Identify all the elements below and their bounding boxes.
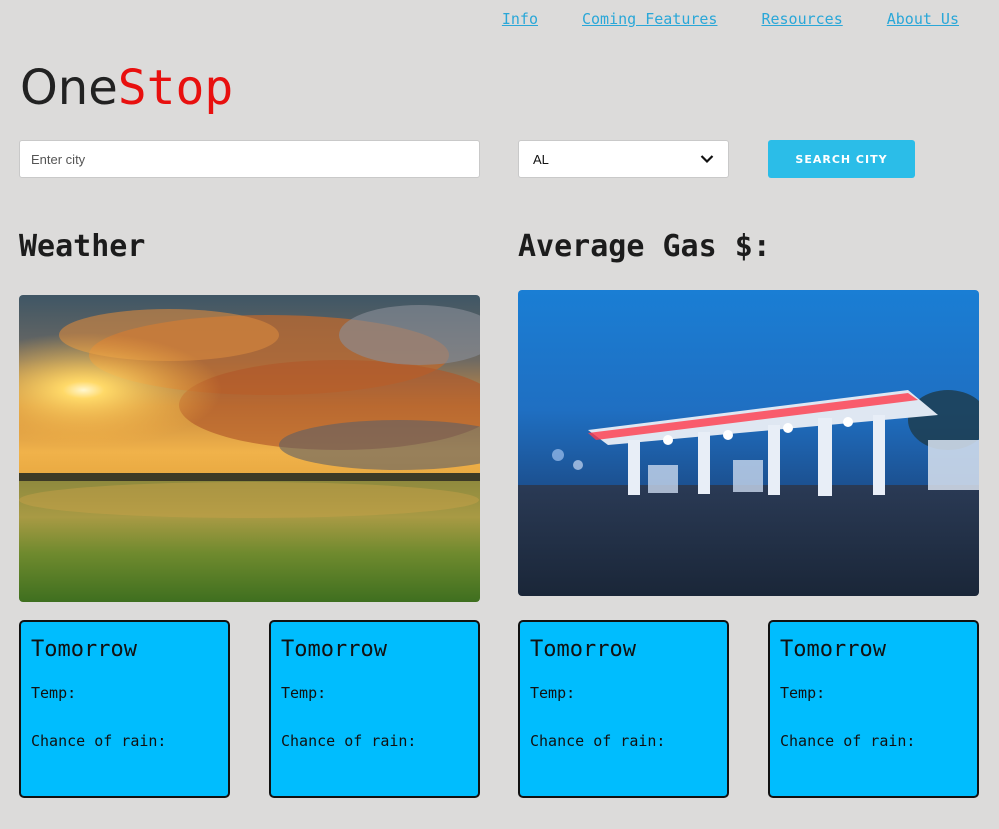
gas-heading: Average Gas $: <box>518 229 771 264</box>
weather-heading: Weather <box>19 229 146 264</box>
temp-label: Temp: <box>780 684 826 702</box>
rain-chance-label: Chance of rain: <box>281 732 417 750</box>
forecast-card: Tomorrow Temp: Chance of rain: <box>269 620 480 798</box>
card-title: Tomorrow <box>281 637 387 662</box>
temp-label: Temp: <box>281 684 327 702</box>
temp-label: Temp: <box>530 684 576 702</box>
card-title: Tomorrow <box>31 637 137 662</box>
state-select[interactable]: AL <box>518 140 729 178</box>
forecast-card: Tomorrow Temp: Chance of rain: <box>768 620 979 798</box>
card-title: Tomorrow <box>780 637 886 662</box>
gas-station-image <box>518 290 979 596</box>
city-input[interactable] <box>19 140 480 178</box>
forecast-card: Tomorrow Temp: Chance of rain: <box>19 620 230 798</box>
top-nav: Info Coming Features Resources About Us <box>502 10 959 28</box>
card-title: Tomorrow <box>530 637 636 662</box>
search-city-button[interactable]: SEARCH CITY <box>768 140 915 178</box>
temp-label: Temp: <box>31 684 77 702</box>
site-logo: OneStop <box>20 58 233 118</box>
nav-link-coming-features[interactable]: Coming Features <box>582 10 717 28</box>
rain-chance-label: Chance of rain: <box>780 732 916 750</box>
forecast-card: Tomorrow Temp: Chance of rain: <box>518 620 729 798</box>
nav-link-resources[interactable]: Resources <box>761 10 842 28</box>
logo-text-stop: Stop <box>117 60 234 116</box>
state-select-value: AL <box>533 151 549 167</box>
nav-link-about-us[interactable]: About Us <box>887 10 959 28</box>
rain-chance-label: Chance of rain: <box>31 732 167 750</box>
weather-image <box>19 295 480 602</box>
logo-text-one: One <box>20 60 118 116</box>
chevron-down-icon <box>700 155 714 164</box>
rain-chance-label: Chance of rain: <box>530 732 666 750</box>
nav-link-info[interactable]: Info <box>502 10 538 28</box>
